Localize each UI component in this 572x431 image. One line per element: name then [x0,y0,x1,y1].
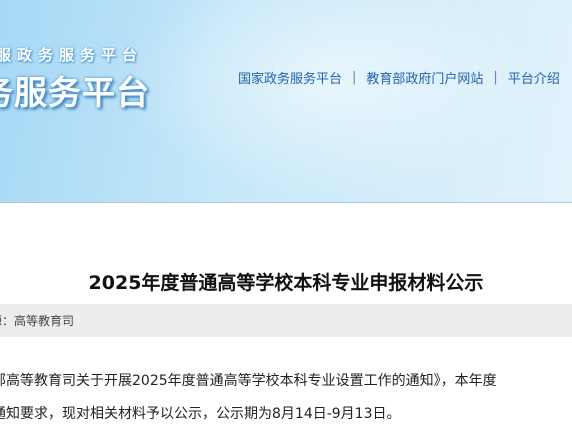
article-meta-bar: 源： 高等教育司 [0,304,572,337]
nav-link-platform-intro[interactable]: 平台介绍 [508,68,560,87]
source-label: 源： [0,314,15,328]
banner-decoration [120,0,540,200]
nav-link-national-gov-service[interactable]: 国家政务服务平台 [238,68,342,87]
site-brand-title: 务服务平台 [0,73,150,112]
source-value: 高等教育司 [14,314,75,328]
article-title: 2025年度普通高等学校本科专业申报材料公示 [88,271,484,294]
header-banner: 服政务服务平台 务服务平台 国家政务服务平台 | 教育部政府门户网站 | 平台介… [0,0,572,202]
article-paragraph-line: 部高等教育司关于开展2025年度普通高等学校本科专业设置工作的通知》，本年度 [0,373,497,389]
nav-separator: | [493,69,498,85]
header-divider [0,202,572,203]
top-nav: 国家政务服务平台 | 教育部政府门户网站 | 平台介绍 [238,67,560,87]
nav-link-moe-portal[interactable]: 教育部政府门户网站 [366,68,483,87]
nav-separator: | [352,69,357,85]
article-paragraph-line: 通知要求，现对相关材料予以公示，公示期为8月14日-9月13日。 [0,406,401,422]
site-brand-subtitle: 服政务服务平台 [0,46,144,64]
article-body: 部高等教育司关于开展2025年度普通高等学校本科专业设置工作的通知》，本年度 通… [0,365,572,431]
